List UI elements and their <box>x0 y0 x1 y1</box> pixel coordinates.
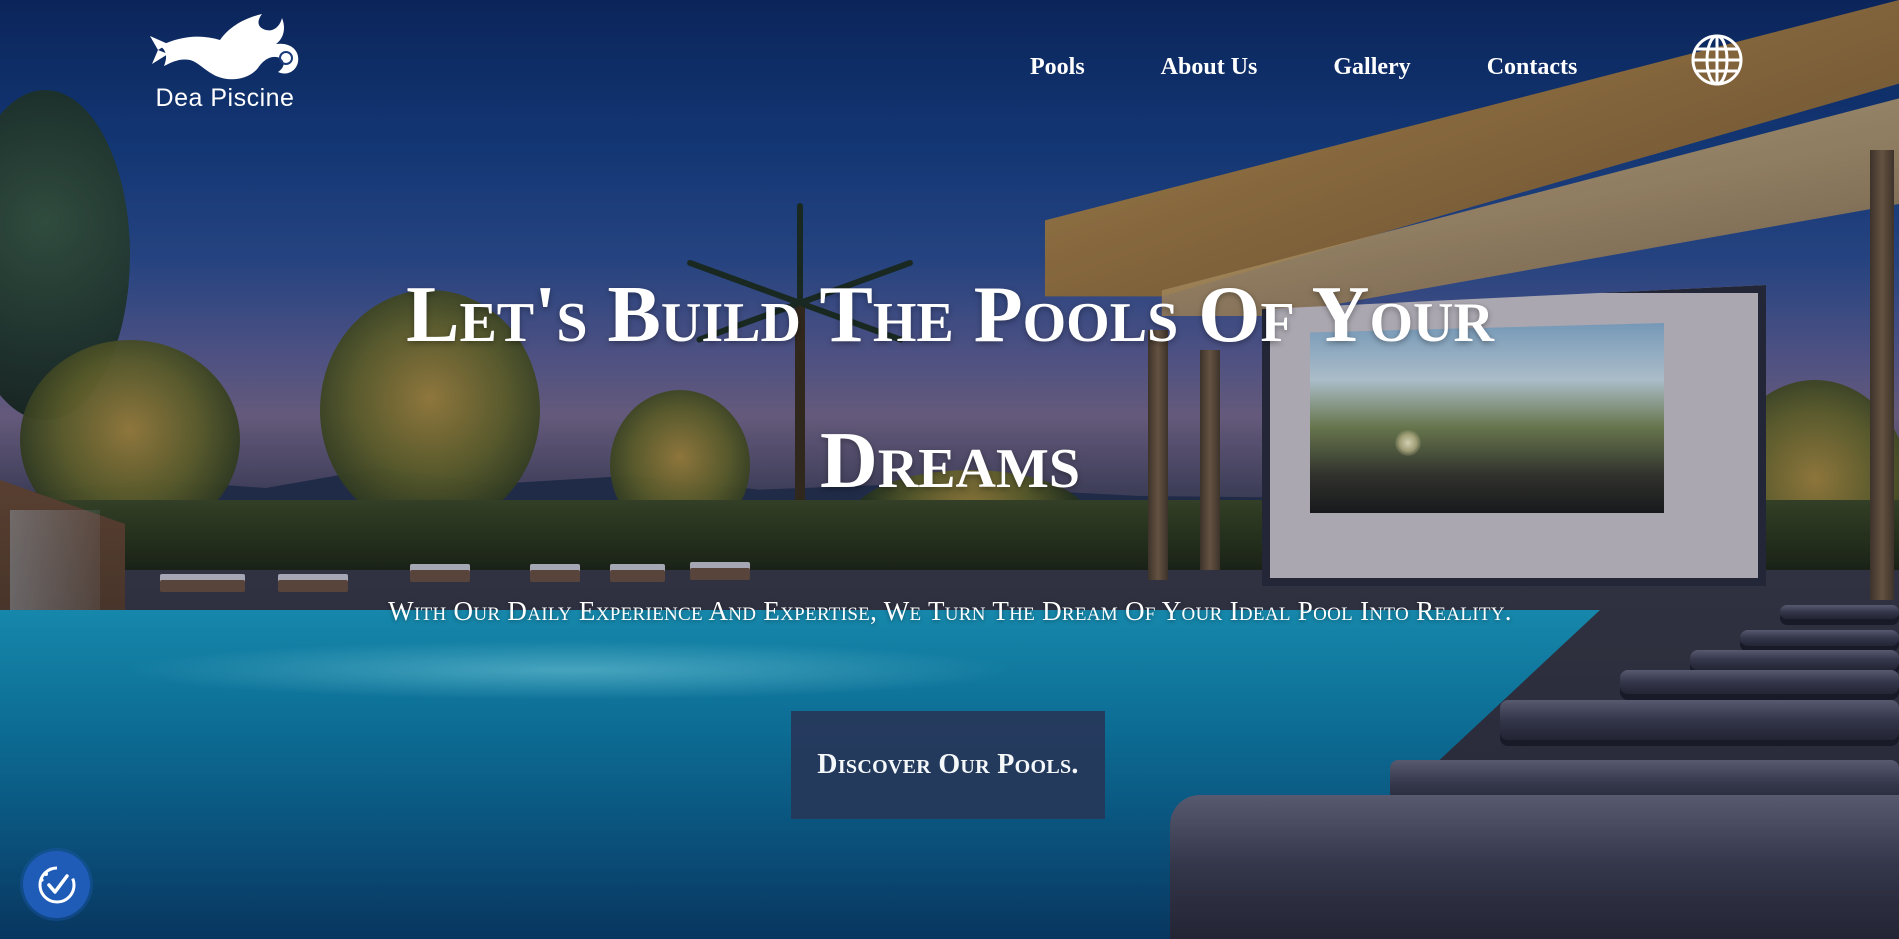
hero-title-line-2: Dreams <box>819 417 1080 505</box>
main-navigation: Pools About Us Gallery Contacts <box>1030 50 1577 84</box>
hero-title-line-1: Let's Build The Pools Of Your <box>406 271 1494 359</box>
hero-subtitle: With Our Daily Experience And Expertise,… <box>388 596 1512 626</box>
language-selector[interactable] <box>1690 33 1744 87</box>
brand-logo[interactable]: Dea Piscine <box>140 6 310 120</box>
accessibility-button[interactable] <box>23 851 90 918</box>
hero-title: Let's Build The Pools Of Your Dreams <box>300 242 1600 534</box>
accessibility-icon <box>38 866 75 903</box>
discover-pools-button[interactable]: Discover Our Pools. <box>791 711 1105 819</box>
brand-name: Dea Piscine <box>155 84 295 112</box>
nav-item-pools[interactable]: Pools <box>1030 50 1085 84</box>
nav-item-gallery[interactable]: Gallery <box>1333 50 1410 84</box>
nav-item-contacts[interactable]: Contacts <box>1487 50 1578 84</box>
globe-icon <box>1691 34 1743 86</box>
nav-item-about-us[interactable]: About Us <box>1161 50 1258 84</box>
mermaid-wave-logo-icon <box>150 14 299 80</box>
